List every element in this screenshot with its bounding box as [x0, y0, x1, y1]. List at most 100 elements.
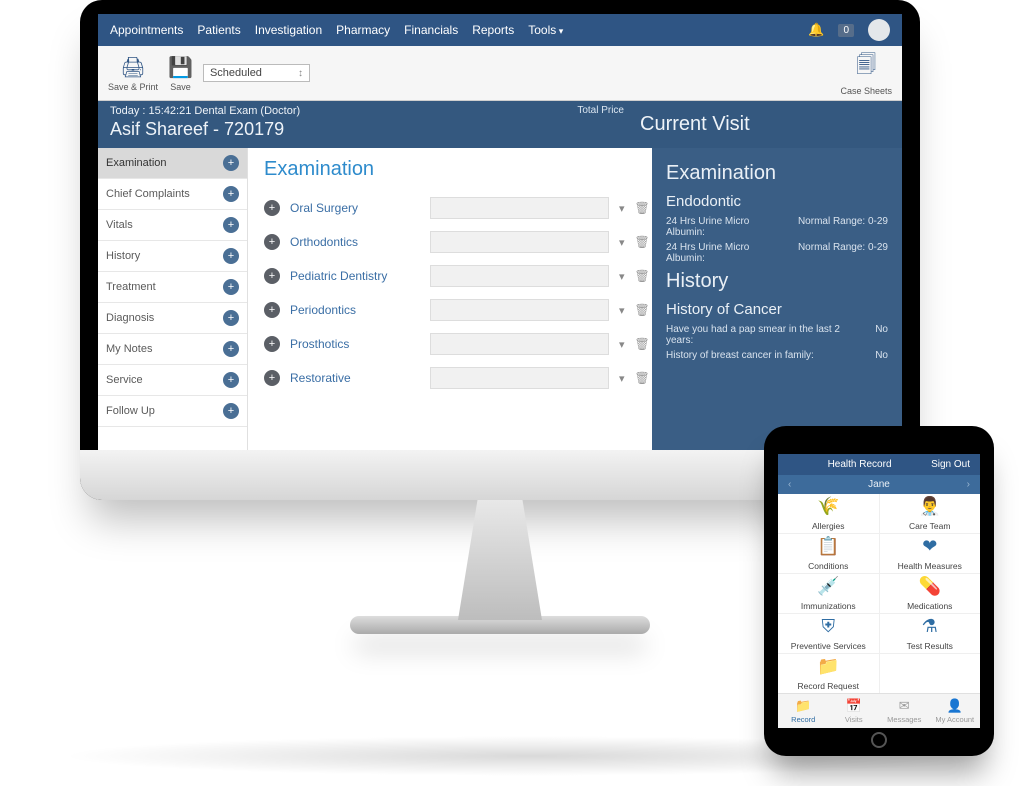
case-sheets-button[interactable]: 🗐 Case Sheets	[840, 50, 892, 96]
exam-value-input[interactable]	[430, 231, 609, 253]
trash-icon[interactable]: 🗑	[635, 337, 649, 351]
tile-allergies[interactable]: 🌾Allergies	[778, 494, 879, 533]
tile-label: Medications	[907, 601, 952, 611]
ipad-home-button[interactable]	[871, 732, 887, 748]
plus-icon[interactable]: +	[223, 372, 239, 388]
trash-icon[interactable]: 🗑	[635, 201, 649, 215]
plus-icon[interactable]: +	[264, 336, 280, 352]
tile-care-team[interactable]: 👨‍⚕️Care Team	[880, 494, 981, 533]
save-button[interactable]: 💾 Save	[168, 55, 193, 92]
plus-icon[interactable]: +	[223, 279, 239, 295]
today-line: Today : 15:42:21 Dental Exam (Doctor)	[110, 105, 561, 117]
rp-endodontic-heading: Endodontic	[666, 193, 888, 210]
plus-icon[interactable]: +	[264, 302, 280, 318]
allergies-icon: 🌾	[817, 496, 839, 517]
menu-patients[interactable]: Patients	[197, 23, 240, 37]
tile-immunizations[interactable]: 💉Immunizations	[778, 574, 879, 613]
chevron-down-icon[interactable]: ▾	[619, 304, 625, 317]
plus-icon[interactable]: +	[264, 268, 280, 284]
exam-value-input[interactable]	[430, 367, 609, 389]
plus-icon[interactable]: +	[223, 341, 239, 357]
rp-history-heading: History	[666, 270, 888, 293]
leftnav-item-service[interactable]: Service+	[98, 365, 247, 396]
leftnav-item-history[interactable]: History+	[98, 241, 247, 272]
leftnav-item-label: Diagnosis	[106, 312, 154, 324]
leftnav-item-treatment[interactable]: Treatment+	[98, 272, 247, 303]
chevron-down-icon[interactable]: ▾	[619, 372, 625, 385]
exam-value-input[interactable]	[430, 299, 609, 321]
menu-reports[interactable]: Reports	[472, 23, 514, 37]
leftnav-item-label: My Notes	[106, 343, 152, 355]
tab-my-account[interactable]: 👤My Account	[930, 694, 981, 728]
plus-icon[interactable]: +	[264, 370, 280, 386]
tile-conditions[interactable]: 📋Conditions	[778, 534, 879, 573]
leftnav-item-examination[interactable]: Examination+	[98, 148, 247, 179]
leftnav-item-label: Vitals	[106, 219, 133, 231]
trash-icon[interactable]: 🗑	[635, 371, 649, 385]
menu-financials[interactable]: Financials	[404, 23, 458, 37]
exam-value-input[interactable]	[430, 197, 609, 219]
imac-bezel: Appointments Patients Investigation Phar…	[80, 0, 920, 500]
tile-label: Record Request	[798, 681, 859, 691]
trash-icon[interactable]: 🗑	[635, 235, 649, 249]
rp-hist-rows: Have you had a pap smear in the last 2 y…	[666, 324, 888, 361]
trash-icon[interactable]: 🗑	[635, 303, 649, 317]
menu-appointments[interactable]: Appointments	[110, 23, 183, 37]
menu-investigation[interactable]: Investigation	[255, 23, 322, 37]
plus-icon[interactable]: +	[223, 217, 239, 233]
chevron-down-icon[interactable]: ▾	[619, 270, 625, 283]
leftnav-item-my-notes[interactable]: My Notes +	[98, 334, 247, 365]
tab-visits[interactable]: 📅Visits	[829, 694, 880, 728]
leftnav-item-label: Chief Complaints	[106, 188, 190, 200]
plus-icon[interactable]: +	[223, 403, 239, 419]
tile-record-request[interactable]: 📁Record Request	[778, 654, 879, 693]
menu-tools[interactable]: Tools	[528, 23, 563, 37]
chevron-down-icon[interactable]: ▾	[619, 338, 625, 351]
save-print-button[interactable]: 🖨 Save & Print	[108, 55, 158, 92]
conditions-icon: 📋	[817, 536, 839, 557]
leftnav-item-diagnosis[interactable]: Diagnosis +	[98, 303, 247, 334]
leftnav-item-follow-up[interactable]: Follow Up +	[98, 396, 247, 427]
exam-value-input[interactable]	[430, 265, 609, 287]
leftnav-item-chief-complaints[interactable]: Chief Complaints +	[98, 179, 247, 210]
plus-icon[interactable]: +	[223, 155, 239, 171]
tab-messages[interactable]: ✉Messages	[879, 694, 930, 728]
exam-row: +Periodontics▾🗑	[264, 293, 636, 327]
tile-medications[interactable]: 💊Medications	[880, 574, 981, 613]
ipad-subbar[interactable]: ‹ Jane ›	[778, 475, 980, 494]
health-measures-icon: ❤	[922, 536, 937, 557]
exam-value-input[interactable]	[430, 333, 609, 355]
plus-icon[interactable]: +	[223, 310, 239, 326]
scheduled-select[interactable]: Scheduled	[203, 64, 310, 82]
notification-badge: 0	[838, 24, 854, 37]
leftnav-item-vitals[interactable]: Vitals +	[98, 210, 247, 241]
chevron-right-icon[interactable]: ›	[967, 479, 970, 490]
plus-icon[interactable]: +	[223, 186, 239, 202]
tile-health-measures[interactable]: ❤Health Measures	[880, 534, 981, 573]
menu-pharmacy[interactable]: Pharmacy	[336, 23, 390, 37]
plus-icon[interactable]: +	[264, 200, 280, 216]
chevron-down-icon[interactable]: ▾	[619, 202, 625, 215]
tab-record[interactable]: 📁Record	[778, 694, 829, 728]
tile-label: Immunizations	[801, 601, 856, 611]
exam-row-name: Periodontics	[290, 303, 420, 317]
total-price-label: Total Price	[577, 105, 624, 116]
bell-icon[interactable]: 🔔	[808, 22, 824, 38]
plus-icon[interactable]: +	[223, 248, 239, 264]
avatar[interactable]	[868, 19, 890, 41]
ipad-signout[interactable]: Sign Out	[931, 459, 970, 470]
tile-preventive-services[interactable]: ⛨Preventive Services	[778, 614, 879, 653]
trash-icon[interactable]: 🗑	[635, 269, 649, 283]
care-team-icon: 👨‍⚕️	[919, 496, 941, 517]
exam-row-name: Orthodontics	[290, 235, 420, 249]
kv-key: 24 Hrs Urine Micro Albumin:	[666, 242, 790, 264]
ipad-title: Health Record	[788, 459, 931, 470]
chevron-down-icon[interactable]: ▾	[619, 236, 625, 249]
ipad-patient-name: Jane	[868, 479, 890, 490]
tile-test-results[interactable]: ⚗Test Results	[880, 614, 981, 653]
chevron-left-icon[interactable]: ‹	[788, 479, 791, 490]
test-results-icon: ⚗	[922, 616, 938, 637]
exam-row-name: Prosthotics	[290, 337, 420, 351]
leftnav-item-label: Follow Up	[106, 405, 155, 417]
plus-icon[interactable]: +	[264, 234, 280, 250]
